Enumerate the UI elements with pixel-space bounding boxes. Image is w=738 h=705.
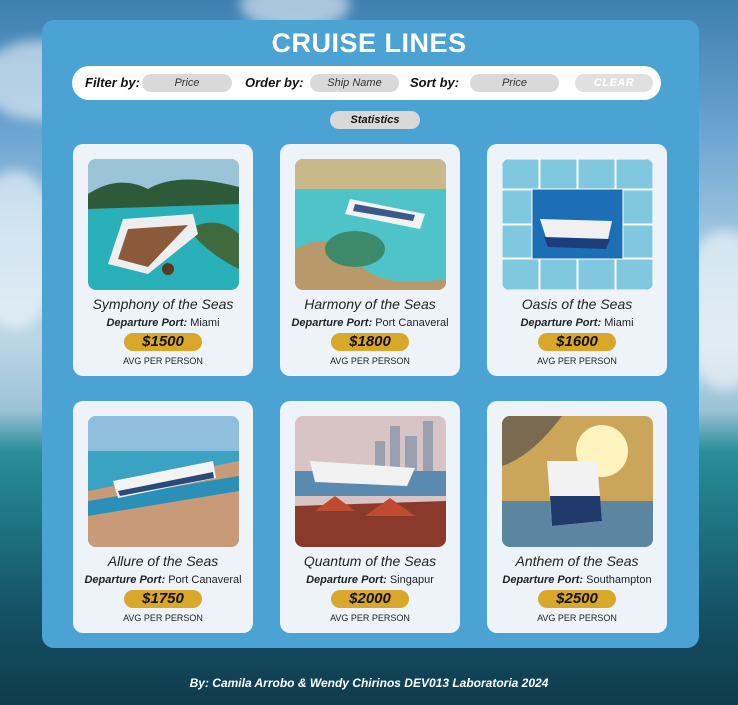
cruise-card[interactable]: Quantum of the Seas Departure Port: Sing… bbox=[280, 401, 460, 633]
ship-name: Anthem of the Seas bbox=[515, 553, 639, 569]
departure-port: Departure Port: Port Canaveral bbox=[291, 317, 449, 329]
price-badge: $2500 bbox=[538, 590, 616, 608]
ship-image bbox=[502, 416, 653, 547]
avg-per-person-label: AVG PER PERSON bbox=[330, 356, 410, 366]
ship-image bbox=[295, 159, 446, 290]
departure-port: Departure Port: Miami bbox=[520, 317, 634, 329]
filter-toolbar: Filter by: Price Order by: Ship Name Sor… bbox=[72, 66, 661, 100]
cruise-card[interactable]: Anthem of the Seas Departure Port: South… bbox=[487, 401, 667, 633]
cruise-card[interactable]: Harmony of the Seas Departure Port: Port… bbox=[280, 144, 460, 376]
ship-name: Allure of the Seas bbox=[107, 553, 219, 569]
cruise-card[interactable]: Allure of the Seas Departure Port: Port … bbox=[73, 401, 253, 633]
sort-label: Sort by: bbox=[410, 75, 460, 90]
ship-name: Quantum of the Seas bbox=[303, 553, 437, 569]
filter-select[interactable]: Price bbox=[142, 74, 232, 92]
departure-port: Departure Port: Singapur bbox=[306, 574, 434, 586]
avg-per-person-label: AVG PER PERSON bbox=[123, 613, 203, 623]
avg-per-person-label: AVG PER PERSON bbox=[123, 356, 203, 366]
ship-image bbox=[295, 416, 446, 547]
cruise-card[interactable]: Symphony of the Seas Departure Port: Mia… bbox=[73, 144, 253, 376]
departure-port: Departure Port: Miami bbox=[106, 317, 220, 329]
page-title: CRUISE LINES bbox=[271, 28, 467, 58]
filter-label: Filter by: bbox=[85, 75, 140, 90]
clear-button[interactable]: CLEAR bbox=[575, 74, 653, 92]
ship-image bbox=[88, 416, 239, 547]
departure-port: Departure Port: Southampton bbox=[502, 574, 652, 586]
price-badge: $1750 bbox=[124, 590, 202, 608]
ship-name: Symphony of the Seas bbox=[92, 296, 234, 312]
order-select[interactable]: Ship Name bbox=[310, 74, 399, 92]
ship-name: Oasis of the Seas bbox=[521, 296, 633, 312]
cruise-card[interactable]: Oasis of the Seas Departure Port: Miami … bbox=[487, 144, 667, 376]
ship-name: Harmony of the Seas bbox=[304, 296, 436, 312]
price-badge: $1500 bbox=[124, 333, 202, 351]
ship-image bbox=[88, 159, 239, 290]
sort-select[interactable]: Price bbox=[470, 74, 559, 92]
price-badge: $1800 bbox=[331, 333, 409, 351]
ship-image bbox=[502, 159, 653, 290]
avg-per-person-label: AVG PER PERSON bbox=[537, 613, 617, 623]
footer-credits: By: Camila Arrobo & Wendy Chirinos DEV01… bbox=[189, 676, 549, 690]
avg-per-person-label: AVG PER PERSON bbox=[330, 613, 410, 623]
price-badge: $2000 bbox=[331, 590, 409, 608]
statistics-button[interactable]: Statistics bbox=[330, 111, 420, 129]
avg-per-person-label: AVG PER PERSON bbox=[537, 356, 617, 366]
price-badge: $1600 bbox=[538, 333, 616, 351]
departure-port: Departure Port: Port Canaveral bbox=[84, 574, 242, 586]
order-label: Order by: bbox=[245, 75, 304, 90]
